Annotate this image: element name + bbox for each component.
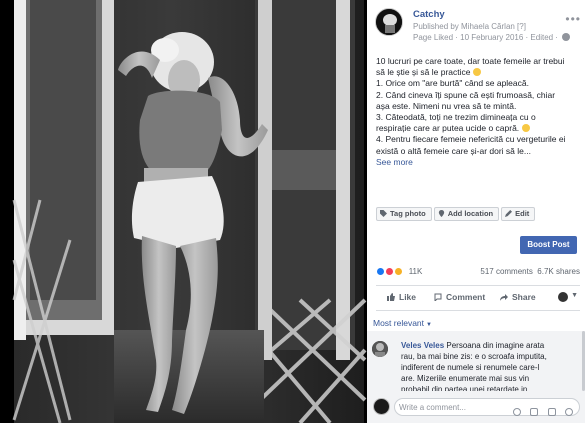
comment-line: are. Mizeriile enumerate mai sus vin [401,374,530,383]
post-text-line-content: să le știe și să le practice [376,67,471,78]
globe-icon [562,33,571,41]
engagement-stats: 517 comments 6.7K shares [480,267,580,276]
comment-icon [434,293,442,301]
emoji-icon[interactable] [512,408,521,416]
comment-sort-label: Most relevant [373,318,425,328]
boost-post-button[interactable]: Boost Post [520,236,577,254]
current-user-avatar [373,398,390,415]
share-as-avatar[interactable] [558,292,568,302]
share-button[interactable]: Share [500,292,536,302]
comment-item: Veles Veles Persoana din imagine arata r… [401,340,581,395]
post-text-line-content: respirație care ar putea ucide o capră. [376,123,520,134]
post-actions: Like Comment Share ▼ [376,290,580,306]
gif-icon[interactable] [547,408,556,416]
tag-photo-button[interactable]: Tag photo [376,207,432,221]
add-location-button[interactable]: Add location [433,207,500,221]
tag-icon [380,210,387,217]
commenter-avatar[interactable] [372,341,388,357]
page-name[interactable]: Catchy [413,9,445,20]
like-label: Like [399,292,417,302]
comment-sort-dropdown[interactable]: Most relevant ▼ [373,318,432,328]
comment-line: indiferent de numele si renumele care-l [401,363,540,372]
comment-input-wrapper[interactable] [394,398,580,416]
post-text-line: 3. Căteodată, toți ne trezim dimineața c… [376,112,536,123]
post-text-line: să le știe și să le practice [376,67,580,78]
comment-line: rau, ba mai bine zis: e o scroafa imputi… [401,352,547,361]
published-by: Published by Mihaela Cărlan [?] [413,22,526,31]
sticker-icon[interactable] [565,408,573,416]
post-text-line: respirație care ar putea ucide o capră. [376,123,580,134]
commenter-photo [372,341,388,357]
more-options-icon[interactable]: ••• [565,12,581,26]
photo-tag-actions: Tag photo Add location Edit [376,207,537,221]
chevron-down-icon[interactable]: ▼ [571,292,578,299]
like-icon [387,293,395,301]
post-text-line: 1. Orice om "are burtă" când se apleacă. [376,78,529,89]
share-icon [500,294,508,301]
divider [376,285,580,286]
add-location-label: Add location [447,209,494,218]
post-header: Catchy Published by Mihaela Cărlan [?] P… [375,8,581,48]
love-reaction-icon[interactable] [385,267,395,276]
edit-label: Edit [515,209,530,218]
edit-icon [505,210,513,217]
emoji-icon [521,124,530,133]
wow-reaction-icon[interactable] [394,267,404,276]
comment-text: Persoana din imagine arata [446,341,545,350]
comment-input[interactable] [399,401,489,413]
page-logo [376,9,402,35]
comment-line: Veles Veles Persoana din imagine arata [401,340,581,351]
page-avatar[interactable] [375,8,403,36]
edit-button[interactable]: Edit [501,207,536,221]
photo-image [0,0,367,423]
divider [376,310,580,311]
comment-author[interactable]: Veles Veles [401,341,444,350]
comment-button[interactable]: Comment [434,292,485,302]
post-meta: Page Liked · 10 February 2016 · Edited · [413,33,571,42]
comment-composer [367,391,585,423]
emoji-icon [472,68,481,77]
location-icon [438,210,444,217]
post-panel: Catchy Published by Mihaela Cărlan [?] P… [367,0,585,423]
comments-count[interactable]: 517 comments [480,267,532,276]
comment-label: Comment [446,292,486,302]
like-button[interactable]: Like [387,292,416,302]
post-text: 10 lucruri pe care toate, dar toate feme… [376,56,580,168]
post-meta-text: Page Liked · 10 February 2016 · Edited · [413,33,558,42]
post-text-line: 2. Când cineva îți spune că ești frumoas… [376,89,556,100]
share-label: Share [512,292,536,302]
reaction-count[interactable]: 11K [409,267,423,276]
composer-icons [508,403,573,416]
post-text-line: așa este. Nimeni nu vrea să te mintă. [376,100,517,111]
chevron-down-icon: ▼ [426,322,432,328]
post-photo[interactable] [0,0,367,423]
tag-photo-label: Tag photo [390,209,426,218]
shares-count[interactable]: 6.7K shares [537,267,580,276]
see-more-link[interactable]: See more [376,157,580,168]
post-text-line: există o altă femeie care și-ar dori să … [376,145,531,156]
camera-icon[interactable] [530,408,539,416]
post-text-line: 10 lucruri pe care toate, dar toate feme… [376,56,565,66]
like-reaction-icon[interactable] [376,267,385,276]
reactions-bar: 11K 517 comments 6.7K shares [376,267,580,281]
post-text-line: 4. Pentru fiecare femeie nefericită cu v… [376,134,566,145]
